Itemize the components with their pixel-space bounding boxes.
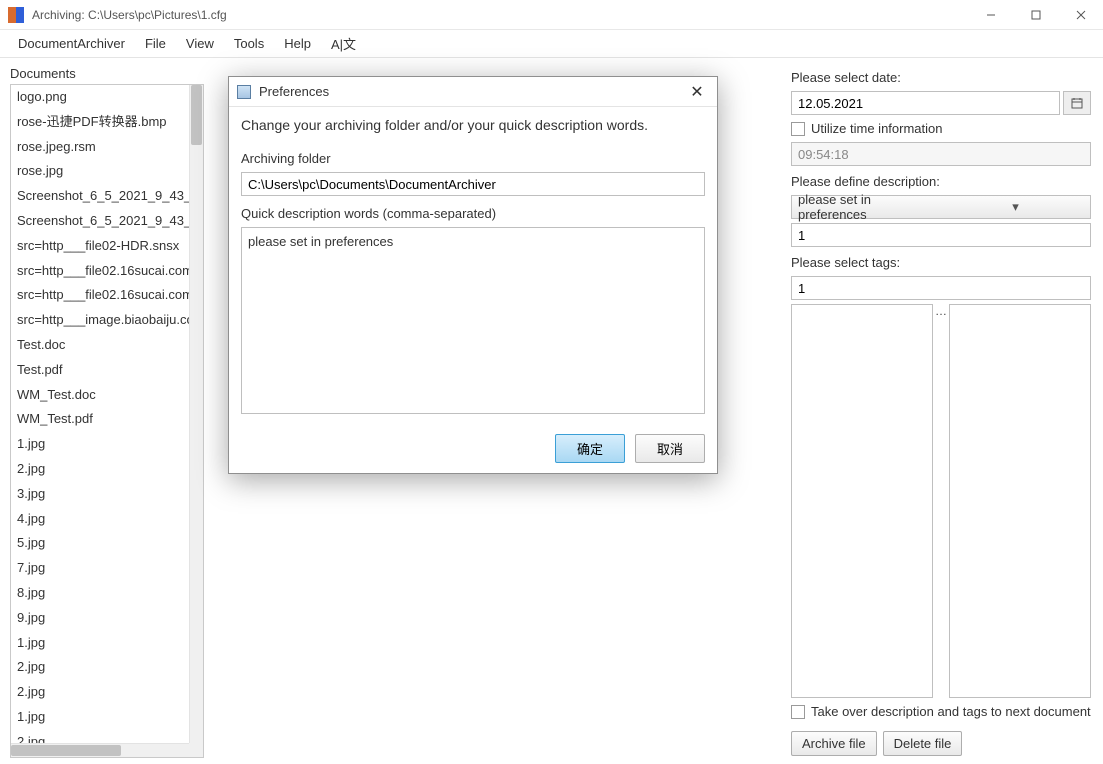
delete-file-button[interactable]: Delete file (883, 731, 963, 756)
quick-description-label: Quick description words (comma-separated… (241, 206, 705, 221)
menu-tools[interactable]: Tools (224, 32, 274, 55)
dialog-title: Preferences (259, 84, 677, 99)
tags-available-list[interactable] (791, 304, 933, 698)
list-item[interactable]: Screenshot_6_5_2021_9_43_42.jpg (11, 209, 189, 234)
list-item[interactable]: rose-迅捷PDF转换器.bmp (11, 110, 189, 135)
list-item[interactable]: Test.doc (11, 333, 189, 358)
takeover-label: Take over description and tags to next d… (811, 704, 1091, 719)
list-item[interactable]: Screenshot_6_5_2021_9_43_40.jpg (11, 184, 189, 209)
time-input (791, 142, 1091, 166)
chevron-down-icon: ▾ (941, 199, 1090, 215)
list-item[interactable]: 2.jpg (11, 457, 189, 482)
list-item[interactable]: src=http___file02-HDR.snsx (11, 234, 189, 259)
menu-documentarchiver[interactable]: DocumentArchiver (8, 32, 135, 55)
vertical-scrollbar[interactable] (189, 85, 203, 743)
tags-transfer-icon: … (937, 304, 945, 698)
dialog-close-button[interactable]: ✕ (677, 77, 717, 107)
ok-button[interactable]: 确定 (555, 434, 625, 463)
list-item[interactable]: 5.jpg (11, 531, 189, 556)
archiving-folder-label: Archiving folder (241, 151, 705, 166)
description-dropdown[interactable]: please set in preferences ▾ (791, 195, 1091, 219)
calendar-button[interactable] (1063, 91, 1091, 115)
window-title: Archiving: C:\Users\pc\Pictures\1.cfg (32, 8, 968, 22)
file-list[interactable]: logo.pngrose-迅捷PDF转换器.bmprose.jpeg.rsmro… (10, 84, 204, 758)
dialog-icon (237, 85, 251, 99)
maximize-button[interactable] (1013, 0, 1058, 30)
list-item[interactable]: 3.jpg (11, 482, 189, 507)
list-item[interactable]: WM_Test.doc (11, 383, 189, 408)
description-dropdown-value: please set in preferences (792, 192, 941, 222)
list-item[interactable]: 9.jpg (11, 606, 189, 631)
list-item[interactable]: Test.pdf (11, 358, 189, 383)
date-label: Please select date: (791, 70, 1091, 85)
list-item[interactable]: 2.jpg (11, 730, 189, 743)
archive-file-button[interactable]: Archive file (791, 731, 877, 756)
description-input[interactable] (791, 223, 1091, 247)
cancel-button[interactable]: 取消 (635, 434, 705, 463)
close-button[interactable] (1058, 0, 1103, 30)
utilize-time-label: Utilize time information (811, 121, 943, 136)
preferences-dialog: Preferences ✕ Change your archiving fold… (228, 76, 718, 474)
horizontal-scrollbar[interactable] (11, 743, 189, 757)
menubar: DocumentArchiver File View Tools Help A|… (0, 30, 1103, 58)
list-item[interactable]: src=http___file02.16sucai.com_d (11, 259, 189, 284)
date-input[interactable] (791, 91, 1060, 115)
list-item[interactable]: 4.jpg (11, 507, 189, 532)
list-item[interactable]: 1.jpg (11, 432, 189, 457)
list-item[interactable]: 2.jpg (11, 680, 189, 705)
utilize-time-checkbox[interactable] (791, 122, 805, 136)
tags-label: Please select tags: (791, 255, 1091, 270)
menu-help[interactable]: Help (274, 32, 321, 55)
list-item[interactable]: rose.jpeg.rsm (11, 135, 189, 160)
minimize-button[interactable] (968, 0, 1013, 30)
documents-label: Documents (10, 66, 204, 81)
description-label: Please define description: (791, 174, 1091, 189)
quick-description-textarea[interactable]: please set in preferences (241, 227, 705, 414)
list-item[interactable]: 8.jpg (11, 581, 189, 606)
tags-selected-list[interactable] (949, 304, 1091, 698)
menu-view[interactable]: View (176, 32, 224, 55)
tags-input[interactable] (791, 276, 1091, 300)
menu-lang[interactable]: A|文 (321, 30, 366, 57)
list-item[interactable]: src=http___file02.16sucai.com_d (11, 283, 189, 308)
list-item[interactable]: 2.jpg (11, 655, 189, 680)
list-item[interactable]: logo.png (11, 85, 189, 110)
list-item[interactable]: WM_Test.pdf (11, 407, 189, 432)
takeover-checkbox[interactable] (791, 705, 805, 719)
list-item[interactable]: rose.jpg (11, 159, 189, 184)
list-item[interactable]: 1.jpg (11, 705, 189, 730)
app-icon (8, 7, 24, 23)
list-item[interactable]: 1.jpg (11, 631, 189, 656)
list-item[interactable]: 7.jpg (11, 556, 189, 581)
list-item[interactable]: src=http___image.biaobaiju.com (11, 308, 189, 333)
dialog-description: Change your archiving folder and/or your… (241, 117, 705, 133)
menu-file[interactable]: File (135, 32, 176, 55)
archiving-folder-input[interactable] (241, 172, 705, 196)
